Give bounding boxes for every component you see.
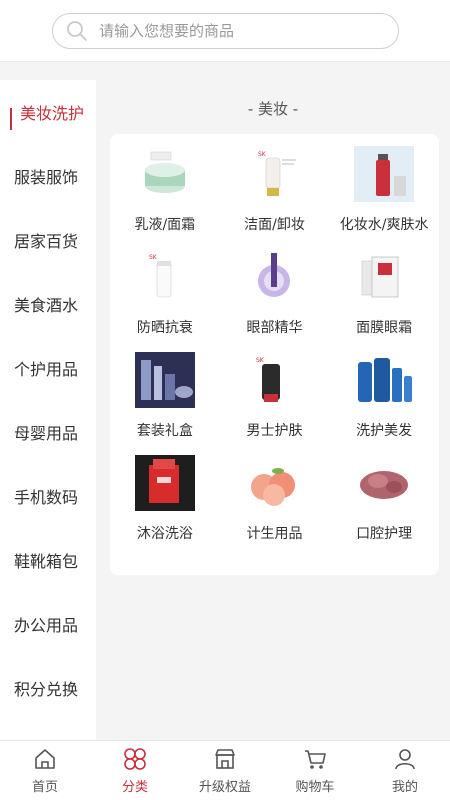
- tab-label: 首页: [31, 780, 58, 795]
- tab-upgrade[interactable]: 升级权益: [180, 741, 270, 800]
- subcategory-card: 乳液/面霜 SK 洁面/卸妆 化妆水/爽肤水 SK 防晒抗衰 眼部精华 面膜眼霜…: [110, 134, 439, 575]
- cream-jar-image: [144, 151, 185, 193]
- category-content: - 美妆 - 乳液/面霜 SK 洁面/卸妆 化妆水/爽肤水 SK 防晒抗衰 眼部…: [96, 80, 450, 740]
- tab-me[interactable]: 我的: [360, 741, 450, 800]
- search-input[interactable]: [99, 22, 369, 40]
- sidebar-item-label: 个护用品: [14, 360, 79, 379]
- search-icon: [67, 21, 87, 41]
- subcategory-sunscreen[interactable]: SK 防晒抗衰: [110, 249, 220, 352]
- subcategory-label: 眼部精华: [246, 320, 303, 336]
- subcategory-oral-care[interactable]: 口腔护理: [329, 455, 439, 558]
- svg-text:SK: SK: [149, 254, 158, 261]
- cleanser-tube-image: SK: [258, 151, 297, 196]
- subcategory-men-skincare[interactable]: SK 男士护肤: [220, 352, 330, 455]
- subcategory-mask[interactable]: 面膜眼霜: [329, 249, 439, 352]
- sidebar-item-label: 服装服饰: [14, 168, 79, 187]
- sidebar-item-beauty[interactable]: 美妆洗护: [0, 80, 96, 144]
- sidebar-item-label: 母婴用品: [14, 424, 79, 443]
- subcategory-label: 口腔护理: [356, 526, 413, 542]
- sidebar-item-label: 积分兑换: [14, 680, 79, 699]
- svg-text:SK: SK: [258, 151, 267, 158]
- tab-category[interactable]: 分类: [90, 741, 180, 800]
- sidebar-item-label: 居家百货: [14, 232, 79, 251]
- sidebar-item-points[interactable]: 积分兑换: [0, 656, 96, 720]
- sidebar-item-label: 美妆洗护: [20, 104, 85, 123]
- subcategory-bath[interactable]: 沐浴洗浴: [110, 455, 220, 558]
- tab-label: 分类: [121, 780, 148, 795]
- sidebar-item-label: 办公用品: [14, 616, 79, 635]
- tab-label: 购物车: [295, 780, 335, 795]
- tab-label: 我的: [391, 780, 418, 795]
- store-icon: [215, 749, 235, 769]
- peaches-image: [251, 468, 296, 506]
- subcategory-eye-serum[interactable]: 眼部精华: [220, 249, 330, 352]
- tab-cart[interactable]: 购物车: [270, 741, 360, 800]
- sunscreen-bottle-image: SK: [149, 254, 172, 298]
- sidebar-item-food[interactable]: 美食酒水: [0, 272, 96, 336]
- category-icon: [124, 748, 146, 770]
- red-gift-box-image: [134, 455, 195, 511]
- subcategory-family-planning[interactable]: 计生用品: [220, 455, 330, 558]
- sidebar-item-digital[interactable]: 手机数码: [0, 464, 96, 528]
- toner-bottle-image: [354, 146, 415, 202]
- sidebar-item-home[interactable]: 居家百货: [0, 208, 96, 272]
- sidebar-item-baby[interactable]: 母婴用品: [0, 400, 96, 464]
- section-title: - 美妆 -: [247, 100, 299, 118]
- subcategory-label: 计生用品: [246, 526, 303, 542]
- subcategory-label: 乳液/面霜: [134, 217, 196, 233]
- subcategory-toner[interactable]: 化妆水/爽肤水: [329, 146, 439, 249]
- search-bar[interactable]: [52, 13, 399, 49]
- subcategory-gift-set[interactable]: 套装礼盒: [110, 352, 220, 455]
- tab-home[interactable]: 首页: [0, 741, 90, 800]
- user-icon: [395, 749, 415, 770]
- subcategory-lotion-cream[interactable]: 乳液/面霜: [110, 146, 220, 249]
- subcategory-label: 面膜眼霜: [356, 320, 413, 336]
- home-icon: [35, 749, 55, 769]
- subcategory-label: 男士护肤: [246, 423, 303, 439]
- subcategory-label: 洗护美发: [356, 423, 413, 439]
- men-skincare-image: SK: [256, 357, 281, 402]
- shampoo-bottles-image: [358, 358, 413, 402]
- sidebar-item-clothing[interactable]: 服装服饰: [0, 144, 96, 208]
- subcategory-cleanser[interactable]: SK 洁面/卸妆: [220, 146, 330, 249]
- face-mask-image: [361, 256, 399, 298]
- cart-icon: [305, 750, 326, 769]
- subcategory-label: 套装礼盒: [136, 423, 193, 439]
- subcategory-label: 化妆水/爽肤水: [339, 217, 429, 233]
- eye-serum-image: [258, 253, 291, 297]
- gift-set-image: [134, 352, 195, 408]
- oral-care-image: [360, 471, 409, 499]
- sidebar-item-office[interactable]: 办公用品: [0, 592, 96, 656]
- sidebar-item-label: 美食酒水: [14, 296, 79, 315]
- sidebar-item-shoes-bags[interactable]: 鞋靴箱包: [0, 528, 96, 592]
- sidebar-item-label: 手机数码: [14, 488, 79, 507]
- subcategory-hair-care[interactable]: 洗护美发: [329, 352, 439, 455]
- subcategory-label: 防晒抗衰: [136, 320, 193, 336]
- tab-label: 升级权益: [198, 780, 251, 795]
- sidebar-item-label: 鞋靴箱包: [14, 552, 79, 571]
- svg-text:SK: SK: [256, 357, 265, 364]
- bottom-tab-bar: 首页 分类 升级权益 购物车 我的: [0, 740, 450, 800]
- category-sidebar: 美妆洗护 服装服饰 居家百货 美食酒水 个护用品 母婴用品 手机数码 鞋靴箱包 …: [0, 80, 96, 740]
- sidebar-item-personal-care[interactable]: 个护用品: [0, 336, 96, 400]
- header: [0, 0, 450, 62]
- subcategory-label: 沐浴洗浴: [136, 526, 193, 542]
- subcategory-label: 洁面/卸妆: [244, 217, 305, 233]
